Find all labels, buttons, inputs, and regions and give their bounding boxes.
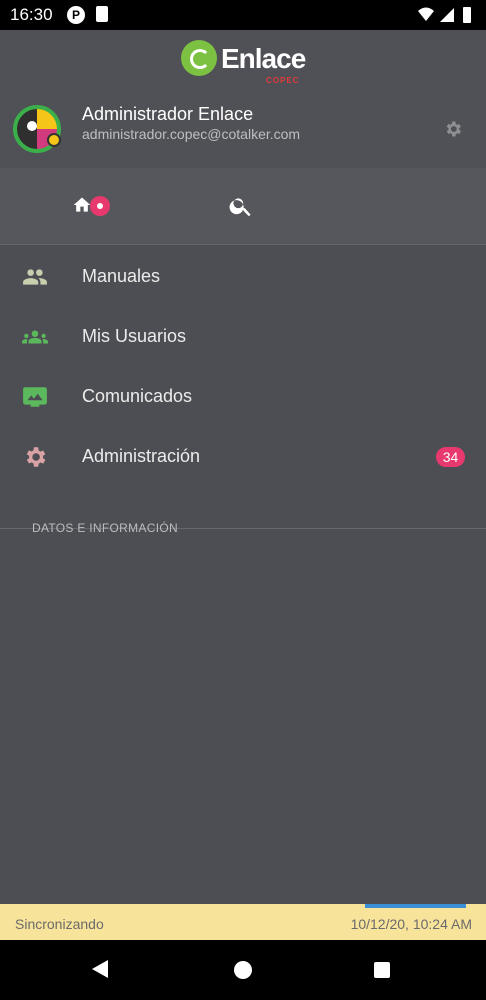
back-icon[interactable] <box>92 960 108 978</box>
avatar-eye <box>27 121 37 131</box>
logo-mark-icon <box>181 40 217 76</box>
count-badge: 34 <box>436 447 465 467</box>
notification-dot <box>90 196 110 216</box>
signal-icon <box>440 8 454 22</box>
navigation-drawer: Enlace COPEC Administrador Enlace admini… <box>0 30 486 904</box>
sd-card-icon <box>96 6 108 22</box>
sync-status-bar: Sincronizando 10/12/20, 10:24 AM <box>0 904 486 940</box>
avatar-gear-icon <box>47 133 61 147</box>
menu-item-label: Manuales <box>82 266 161 286</box>
logo-subtext: COPEC <box>266 76 300 85</box>
search-icon[interactable] <box>228 193 254 219</box>
home-button-icon[interactable] <box>234 961 252 979</box>
menu-item-administracion[interactable]: Administración 34 <box>0 426 486 486</box>
logo-text: Enlace <box>221 43 306 74</box>
enlace-logo: Enlace COPEC <box>181 40 311 86</box>
section-title: DATOS E INFORMACIÓN <box>32 521 178 535</box>
user-email: administrador.copec@cotalker.com <box>82 126 301 142</box>
sync-timestamp: 10/12/20, 10:24 AM <box>350 916 472 932</box>
menu-item-label: Comunicados <box>82 386 193 406</box>
menu-item-comunicados[interactable]: Comunicados <box>0 366 486 426</box>
gear-icon <box>26 447 46 467</box>
menu-item-label: Administración <box>82 446 201 466</box>
battery-icon <box>463 7 471 23</box>
recents-icon[interactable] <box>374 962 390 978</box>
groups-icon <box>22 330 48 344</box>
drawer-tab-bar <box>0 168 486 245</box>
settings-gear-icon[interactable] <box>443 119 463 139</box>
menu-item-mis-usuarios[interactable]: Mis Usuarios <box>0 306 486 366</box>
status-indicators <box>418 7 471 23</box>
tab-home[interactable] <box>72 193 112 221</box>
sync-progress-indicator <box>365 904 466 908</box>
sync-label: Sincronizando <box>15 916 104 932</box>
wifi-icon <box>418 7 434 21</box>
status-bar: 16:30 P <box>0 0 486 30</box>
status-time: 16:30 <box>10 5 53 24</box>
avatar[interactable] <box>13 105 61 153</box>
home-icon <box>73 197 91 212</box>
image-icon <box>23 387 47 407</box>
menu-item-label: Mis Usuarios <box>82 326 187 346</box>
user-name: Administrador Enlace <box>82 104 254 124</box>
system-navigation-bar <box>0 940 486 1000</box>
drawer-header: Enlace COPEC Administrador Enlace admini… <box>0 30 486 168</box>
menu-item-manuales[interactable]: Manuales <box>0 246 486 306</box>
p-app-icon: P <box>67 6 85 24</box>
group-icon <box>23 269 47 285</box>
